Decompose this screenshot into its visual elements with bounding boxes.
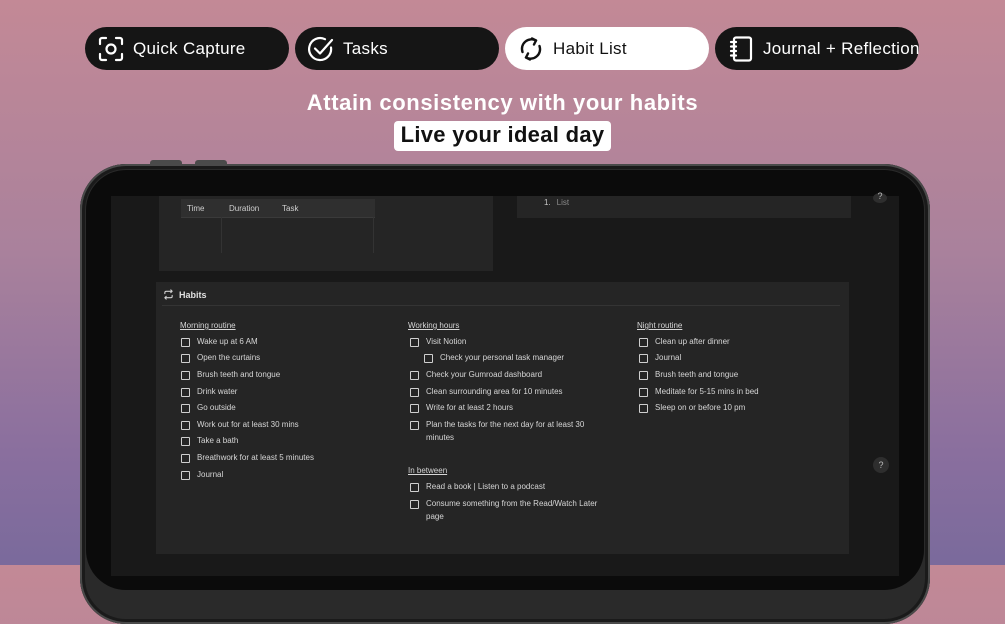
todo-item[interactable]: Brush teeth and tongue — [181, 369, 377, 382]
checkbox[interactable] — [639, 354, 648, 363]
morning-routine-heading: Morning routine — [180, 321, 236, 330]
tab-label: Habit List — [553, 38, 627, 58]
todo-item[interactable]: Write for at least 2 hours — [410, 402, 606, 415]
checkbox[interactable] — [181, 371, 190, 380]
list-item-placeholder[interactable]: 1. List — [544, 198, 569, 207]
schedule-table-header: Time Duration Task — [181, 199, 375, 218]
todo-item[interactable]: Breathwork for at least 5 minutes — [181, 452, 377, 465]
todo-item[interactable]: Visit Notion — [410, 336, 606, 349]
checkbox[interactable] — [181, 437, 190, 446]
habits-title: Habits — [179, 290, 207, 300]
todo-item[interactable]: Plan the tasks for the next day for at l… — [410, 419, 611, 444]
check-circle-icon — [308, 36, 334, 61]
checkbox[interactable] — [181, 354, 190, 363]
night-routine-heading: Night routine — [637, 321, 683, 330]
help-button[interactable]: ? — [873, 457, 889, 473]
checkbox[interactable] — [181, 454, 190, 463]
todo-item-nested[interactable]: Check your personal task manager — [424, 352, 620, 365]
todo-item[interactable]: Brush teeth and tongue — [639, 369, 835, 382]
working-hours-heading: Working hours — [408, 321, 460, 330]
todo-item[interactable]: Meditate for 5-15 mins in bed — [639, 386, 835, 399]
checkbox[interactable] — [181, 421, 190, 430]
checkbox[interactable] — [410, 421, 419, 430]
table-divider — [373, 217, 374, 253]
in-between-heading: In between — [408, 466, 448, 475]
notebook-icon — [729, 35, 753, 62]
column-header-task: Task — [282, 204, 299, 213]
column-header-time: Time — [187, 204, 205, 213]
checkbox[interactable] — [639, 388, 648, 397]
tab-journal-reflection[interactable]: Journal + Reflection — [715, 27, 919, 70]
todo-item[interactable]: Open the curtains — [181, 352, 377, 365]
checkbox[interactable] — [424, 354, 433, 363]
todo-item[interactable]: Work out for at least 30 mins — [181, 419, 377, 432]
refresh-icon — [520, 36, 542, 61]
todo-item[interactable]: Go outside — [181, 402, 377, 415]
todo-item[interactable]: Consume something from the Read/Watch La… — [410, 498, 611, 523]
tab-label: Journal + Reflection — [763, 38, 920, 58]
tab-label: Quick Capture — [133, 38, 246, 58]
todo-item[interactable]: Sleep on or before 10 pm — [639, 402, 835, 415]
checkbox[interactable] — [410, 483, 419, 492]
checkbox[interactable] — [181, 471, 190, 480]
tab-habit-list[interactable]: Habit List — [505, 27, 709, 70]
checkbox[interactable] — [639, 338, 648, 347]
checkbox[interactable] — [181, 404, 190, 413]
list-number: 1. — [544, 198, 551, 207]
camera-focus-icon — [98, 36, 124, 61]
checkbox[interactable] — [410, 371, 419, 380]
todo-item[interactable]: Journal — [181, 469, 377, 482]
checkbox[interactable] — [181, 388, 190, 397]
list-placeholder-text: List — [556, 198, 570, 207]
column-header-duration: Duration — [229, 204, 260, 213]
hero-heading: Attain consistency with your habits — [306, 90, 699, 115]
checkbox[interactable] — [639, 371, 648, 380]
tab-tasks[interactable]: Tasks — [295, 27, 499, 70]
todo-item[interactable]: Journal — [639, 352, 835, 365]
table-divider — [221, 217, 222, 253]
todo-item[interactable]: Clean up after dinner — [639, 336, 835, 349]
checkbox[interactable] — [410, 500, 419, 509]
todo-item[interactable]: Wake up at 6 AM — [181, 336, 377, 349]
todo-item[interactable]: Take a bath — [181, 435, 377, 448]
repeat-icon — [164, 289, 173, 300]
tab-label: Tasks — [343, 38, 388, 58]
todo-item[interactable]: Drink water — [181, 386, 377, 399]
tab-quick-capture[interactable]: Quick Capture — [85, 27, 289, 70]
habits-divider — [162, 305, 840, 306]
todo-item[interactable]: Check your Gumroad dashboard — [410, 369, 606, 382]
checkbox[interactable] — [181, 338, 190, 347]
checkbox[interactable] — [410, 338, 419, 347]
checkbox[interactable] — [639, 404, 648, 413]
hero-subheading: Live your ideal day — [393, 121, 612, 151]
checkbox[interactable] — [410, 404, 419, 413]
todo-item[interactable]: Read a book | Listen to a podcast — [410, 481, 606, 494]
help-button-top[interactable]: ? — [873, 192, 887, 203]
checkbox[interactable] — [410, 388, 419, 397]
todo-item[interactable]: Clean surrounding area for 10 minutes — [410, 386, 606, 399]
